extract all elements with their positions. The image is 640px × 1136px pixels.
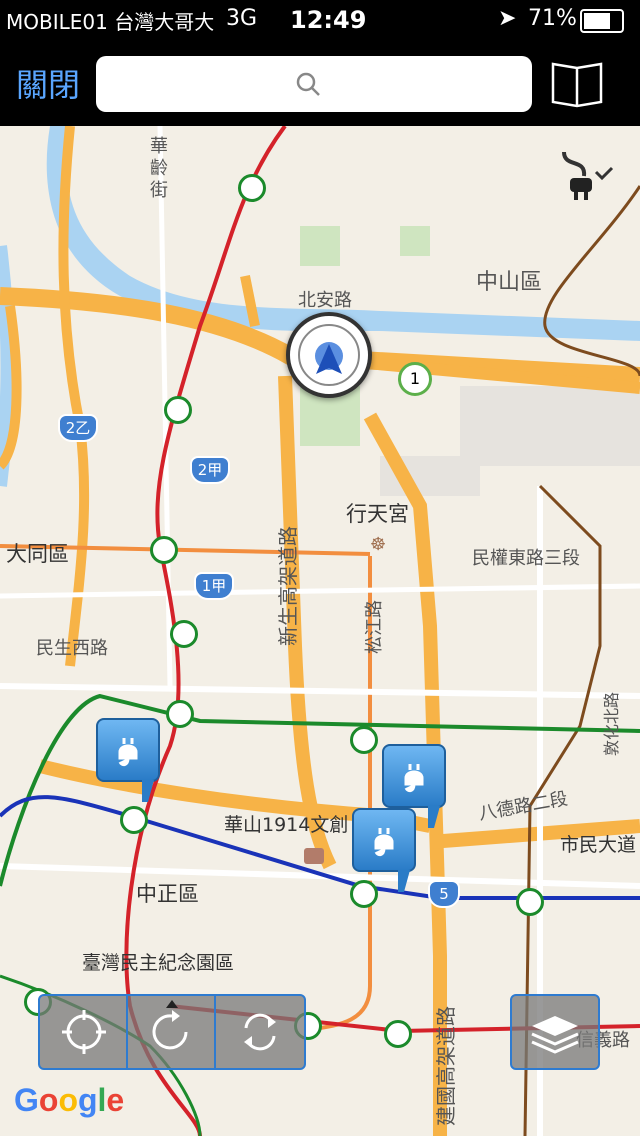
map-label-zhongshan-district: 中山區 xyxy=(476,270,543,295)
location-arrow-icon xyxy=(298,324,360,386)
map-label-xinsheng-expwy: 新生高架道路 xyxy=(276,526,300,646)
battery-percent: 71% xyxy=(528,6,577,31)
bookmarks-book-icon[interactable] xyxy=(550,60,604,108)
carrier-label: MOBILE01 台灣大哥大 xyxy=(6,10,215,34)
location-arrow-icon: ➤ xyxy=(498,6,517,31)
road-shield: 1甲 xyxy=(194,572,234,600)
plug-icon xyxy=(118,738,138,767)
search-input[interactable] xyxy=(96,56,532,112)
plug-icon xyxy=(374,828,394,857)
crosshair-icon xyxy=(62,1010,106,1054)
mrt-station-icon[interactable] xyxy=(350,726,378,754)
rotate-button[interactable] xyxy=(128,996,216,1068)
charging-station-pin[interactable] xyxy=(96,718,160,802)
map-label-zhongzheng-district: 中正區 xyxy=(136,882,199,906)
road-shield: 1 xyxy=(398,362,432,396)
battery-icon xyxy=(580,9,624,33)
map-label-datong-district: 大同區 xyxy=(6,542,69,566)
nav-bar: 關閉 xyxy=(0,40,640,126)
mrt-station-icon[interactable] xyxy=(516,888,544,916)
map-label-minquan-e-rd: 民權東路三段 xyxy=(472,548,580,569)
map-label-huanan-st: 華​齡​街 xyxy=(150,136,168,201)
temple-icon: ☸ xyxy=(370,534,387,555)
map-label-cks-memorial: 臺灣民主紀念園區 xyxy=(82,952,235,974)
refresh-button[interactable] xyxy=(216,996,304,1068)
recenter-button[interactable] xyxy=(40,996,128,1068)
map-control-bar xyxy=(38,994,306,1070)
map-view[interactable]: 華​齡​街 中山區 北安路 行天宮 ☸ 大同區 民權東路三段 新生高架道路 松江… xyxy=(0,126,640,1136)
rotate-icon xyxy=(152,1000,188,1050)
charging-station-pin[interactable] xyxy=(382,744,446,828)
map-label-jianguo-expwy: 建國高架道路 xyxy=(434,1006,458,1126)
road-shield: 5 xyxy=(428,880,460,908)
layers-button[interactable] xyxy=(510,994,600,1070)
status-bar: MOBILE01 台灣大哥大 3G 12:49 ➤ 71% xyxy=(0,0,640,40)
charging-station-pin[interactable] xyxy=(352,808,416,892)
mrt-station-icon[interactable] xyxy=(164,396,192,424)
map-label-dunhua-n-rd: 敦化北路 xyxy=(602,691,621,756)
layers-icon xyxy=(531,1016,579,1054)
road-shield: 2乙 xyxy=(58,414,98,442)
close-button[interactable]: 關閉 xyxy=(16,60,80,106)
map-label-beian-rd: 北安路 xyxy=(298,290,352,311)
map-label-xingtian-temple: 行天宮 xyxy=(346,502,409,526)
search-icon xyxy=(296,72,320,96)
map-label-civic-blvd: 市民大道 xyxy=(560,834,637,856)
plug-filter-icon[interactable] xyxy=(556,148,614,208)
current-location-marker[interactable] xyxy=(286,312,372,398)
mrt-station-icon[interactable] xyxy=(120,806,148,834)
mrt-station-icon[interactable] xyxy=(238,174,266,202)
clock: 12:49 xyxy=(290,6,367,34)
map-label-songjiang-rd: 松江路 xyxy=(364,600,385,654)
mrt-station-icon[interactable] xyxy=(170,620,198,648)
mrt-station-icon[interactable] xyxy=(350,880,378,908)
map-roads xyxy=(0,126,640,1136)
mrt-station-icon[interactable] xyxy=(384,1020,412,1048)
mrt-station-icon[interactable] xyxy=(166,700,194,728)
map-label-huashan: 華山1914文創 xyxy=(224,814,349,836)
map-label-minsheng-w-rd: 民生西路 xyxy=(36,638,108,659)
mrt-station-icon[interactable] xyxy=(150,536,178,564)
google-logo: Google xyxy=(14,1082,125,1118)
network-label: 3G xyxy=(226,6,258,31)
refresh-icon xyxy=(244,1013,276,1051)
plug-icon xyxy=(404,764,424,793)
road-shield: 2甲 xyxy=(190,456,230,484)
camera-icon xyxy=(304,848,324,864)
